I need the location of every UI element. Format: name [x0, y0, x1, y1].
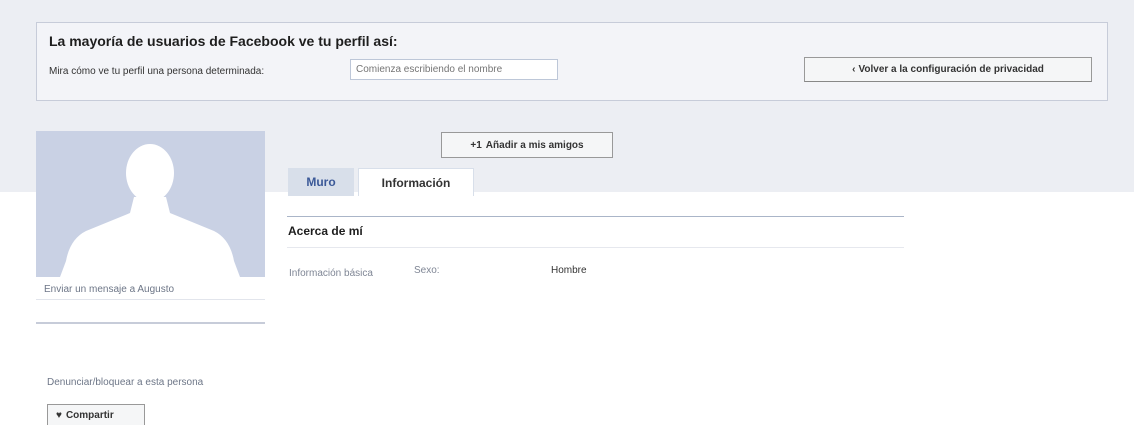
add-friend-button[interactable]: +1 Añadir a mis amigos [441, 132, 613, 158]
profile-picture[interactable] [36, 131, 265, 277]
privacy-preview-panel: La mayoría de usuarios de Facebook ve tu… [36, 22, 1108, 101]
add-friend-label: Añadir a mis amigos [485, 139, 584, 151]
basic-info-label: Información básica [289, 268, 373, 279]
tab-wall[interactable]: Muro [288, 168, 354, 196]
share-button[interactable]: ♥ Compartir [47, 404, 145, 425]
divider [36, 322, 265, 324]
heart-icon: ♥ [56, 409, 62, 421]
send-message-link[interactable]: Enviar un mensaje a Augusto [44, 284, 174, 295]
preview-person-label: Mira cómo ve tu perfil una persona deter… [49, 66, 265, 77]
report-block-link[interactable]: Denunciar/bloquear a esta persona [47, 377, 203, 388]
silhouette-icon [60, 144, 240, 277]
divider [287, 247, 904, 248]
profile-preview-page: La mayoría de usuarios de Facebook ve tu… [0, 0, 1134, 425]
sex-field-label: Sexo: [414, 265, 440, 276]
person-name-input[interactable] [350, 59, 558, 80]
tab-info[interactable]: Información [358, 168, 474, 196]
about-me-heading: Acerca de mí [288, 224, 363, 238]
chevron-left-icon: ‹ [852, 64, 856, 75]
sex-field-value: Hombre [551, 265, 587, 276]
back-to-privacy-button[interactable]: ‹ Volver a la configuración de privacida… [804, 57, 1092, 82]
preview-title: La mayoría de usuarios de Facebook ve tu… [49, 33, 398, 49]
share-label: Compartir [65, 409, 114, 421]
divider [36, 299, 265, 300]
back-to-privacy-label: Volver a la configuración de privacidad [858, 64, 1044, 75]
divider [287, 216, 904, 217]
add-friend-icon: +1 [470, 139, 482, 151]
